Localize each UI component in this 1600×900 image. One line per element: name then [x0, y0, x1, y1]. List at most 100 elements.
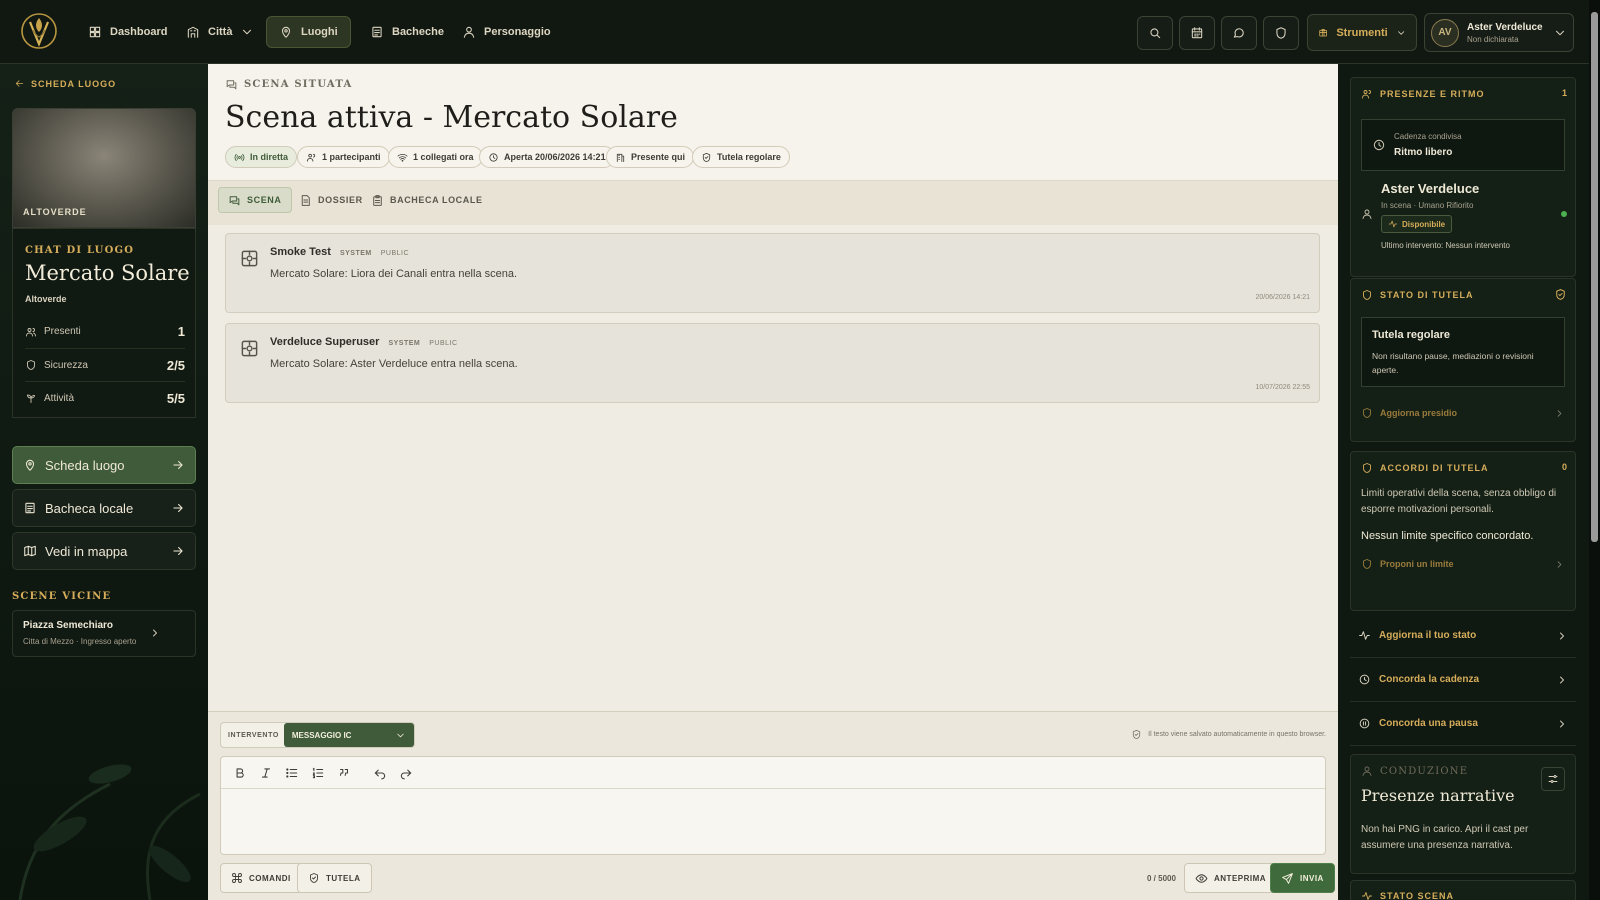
scrollbar-thumb[interactable]: [1591, 12, 1598, 542]
chip-label: Tutela regolare: [717, 152, 781, 162]
agree-cadence-link[interactable]: Concorda la cadenza: [1350, 658, 1576, 702]
chip-label: In diretta: [250, 152, 289, 162]
nav-dashboard[interactable]: Dashboard: [76, 16, 179, 48]
logo-crest-icon[interactable]: [20, 10, 58, 52]
preview-button[interactable]: ANTEPRIMA: [1184, 863, 1278, 893]
undo-icon[interactable]: [373, 766, 387, 780]
redo-icon[interactable]: [399, 766, 413, 780]
page-title: Scena attiva - Mercato Solare: [225, 100, 678, 135]
last-intervention: Ultimo intervento: Nessun intervento: [1381, 241, 1510, 250]
italic-icon[interactable]: [259, 766, 273, 780]
conduzione-settings-button[interactable]: [1541, 767, 1565, 791]
nav-label: Dashboard: [110, 26, 168, 38]
autosave-note: Il testo viene salvato automaticamente i…: [1131, 729, 1326, 740]
board-icon: [372, 26, 382, 38]
chat-message: Verdeluce Superuser SYSTEM PUBLIC Mercat…: [225, 323, 1320, 403]
scene-state-title-row: STATO SCENA: [1361, 890, 1454, 900]
chip-label: Presente qui: [631, 152, 686, 162]
chat-bubbles-icon: [226, 80, 237, 90]
sprout-icon: [27, 394, 35, 403]
update-state-link[interactable]: Aggiorna il tuo stato: [1350, 614, 1576, 658]
nav-citta[interactable]: Città: [174, 16, 266, 48]
map-pin-icon: [25, 459, 35, 471]
bullet-list-icon[interactable]: [285, 766, 299, 780]
send-label: INVIA: [1300, 873, 1324, 883]
message-author-row: Verdeluce Superuser SYSTEM PUBLIC: [270, 336, 458, 348]
tab-label: SCENA: [247, 195, 282, 205]
scheda-luogo-button[interactable]: Scheda luogo: [12, 446, 196, 484]
accordi-strong: Nessun limite specifico concordato.: [1361, 530, 1534, 542]
propose-limit-link[interactable]: Proponi un limite: [1361, 552, 1565, 576]
tutela-heading: Tutela regolare: [1372, 329, 1451, 341]
commands-button[interactable]: COMANDI: [220, 863, 302, 893]
message-textarea[interactable]: [221, 789, 1325, 855]
message-author[interactable]: Verdeluce Superuser: [270, 336, 379, 348]
search-icon: [1150, 28, 1161, 39]
propose-limit-label: Proponi un limite: [1380, 559, 1454, 569]
tab-bacheca-locale[interactable]: BACHECA LOCALE: [362, 187, 492, 213]
nav-personaggio[interactable]: Personaggio: [450, 16, 563, 48]
tutela-title: STATO DI TUTELA: [1380, 290, 1474, 300]
tab-scena[interactable]: SCENA: [218, 187, 292, 213]
message-author[interactable]: Smoke Test: [270, 246, 331, 258]
shield-check-icon: [310, 873, 318, 883]
command-icon: [232, 873, 242, 883]
message-text: Mercato Solare: Aster Verdeluce entra ne…: [270, 358, 518, 370]
tools-menu-button[interactable]: Strumenti: [1307, 14, 1417, 51]
scene-state-card: STATO SCENA: [1350, 880, 1576, 900]
numbered-list-icon[interactable]: [311, 766, 325, 780]
chevron-down-icon: [397, 733, 404, 737]
update-presidio-link[interactable]: Aggiorna presidio: [1361, 401, 1565, 425]
message-tag: SYSTEM: [388, 340, 421, 347]
scene-main-panel: SCENA SITUATA Scena attiva - Mercato Sol…: [208, 64, 1338, 900]
bacheca-locale-button[interactable]: Bacheca locale: [12, 489, 196, 527]
pulse-icon: [1359, 631, 1370, 640]
tutela-button[interactable]: TUTELA: [297, 863, 372, 893]
send-button[interactable]: INVIA: [1270, 863, 1335, 893]
nav-luoghi[interactable]: Luoghi: [266, 16, 351, 48]
messages-button[interactable]: [1221, 16, 1257, 50]
wifi-icon: [397, 153, 408, 162]
chip-label: Aperta 20/06/2026 14:21: [504, 152, 606, 162]
presence-title: PRESENZE E RITMO: [1380, 89, 1485, 99]
shield-icon: [1363, 559, 1371, 569]
cadence-kicker: Cadenza condivisa: [1394, 132, 1462, 141]
back-link[interactable]: SCHEDA LUOGO: [14, 78, 116, 89]
link-label: Concorda una pausa: [1379, 718, 1478, 729]
quote-icon[interactable]: [337, 766, 351, 780]
calendar-button[interactable]: [1179, 16, 1215, 50]
stat-value: 5/5: [166, 390, 185, 406]
shield-button[interactable]: [1263, 16, 1299, 50]
chip-label: 1 collegati ora: [413, 152, 474, 162]
chevron-right-icon: [1557, 409, 1562, 417]
message-type-select[interactable]: MESSAGGIO IC: [283, 723, 414, 747]
search-button[interactable]: [1137, 16, 1173, 50]
message-timestamp: 10/07/2026 22:55: [1255, 384, 1311, 391]
autosave-text: Il testo viene salvato automaticamente i…: [1148, 731, 1326, 738]
scene-kicker: SCENA SITUATA: [244, 79, 353, 90]
stat-label: Presenti: [44, 326, 81, 337]
user-menu[interactable]: AV Aster Verdeluce Non dichiarata: [1424, 13, 1574, 52]
presence-name[interactable]: Aster Verdeluce: [1381, 181, 1479, 196]
vedi-in-mappa-button[interactable]: Vedi in mappa: [12, 532, 196, 570]
send-icon: [1282, 872, 1293, 884]
right-sidebar: PRESENZE E RITMO 1 Cadenza condivisa Rit…: [1338, 64, 1600, 900]
nav-bacheche[interactable]: Bacheche: [358, 16, 456, 48]
tab-dossier[interactable]: DOSSIER: [290, 187, 372, 213]
clock-icon: [489, 152, 498, 162]
tools-label: Strumenti: [1336, 26, 1388, 39]
agree-pause-link[interactable]: Concorda una pausa: [1350, 702, 1576, 746]
nearby-scene-sub: Citta di Mezzo · Ingresso aperto: [23, 637, 137, 646]
nearby-scene-item[interactable]: Piazza Semechiaro Citta di Mezzo · Ingre…: [12, 610, 196, 657]
shield-check-icon: [702, 152, 711, 162]
system-message-icon: [241, 250, 258, 267]
scene-kicker-row: SCENA SITUATA: [225, 78, 352, 91]
tab-label: DOSSIER: [318, 195, 363, 205]
shield-icon: [1363, 290, 1371, 300]
building-icon: [187, 26, 199, 38]
bold-icon[interactable]: [233, 766, 247, 780]
page-scrollbar[interactable]: [1589, 0, 1600, 900]
presence-sub: In scena · Umano Rifiorito: [1381, 201, 1474, 210]
users-icon: [26, 327, 36, 336]
map-pin-icon: [281, 26, 291, 38]
